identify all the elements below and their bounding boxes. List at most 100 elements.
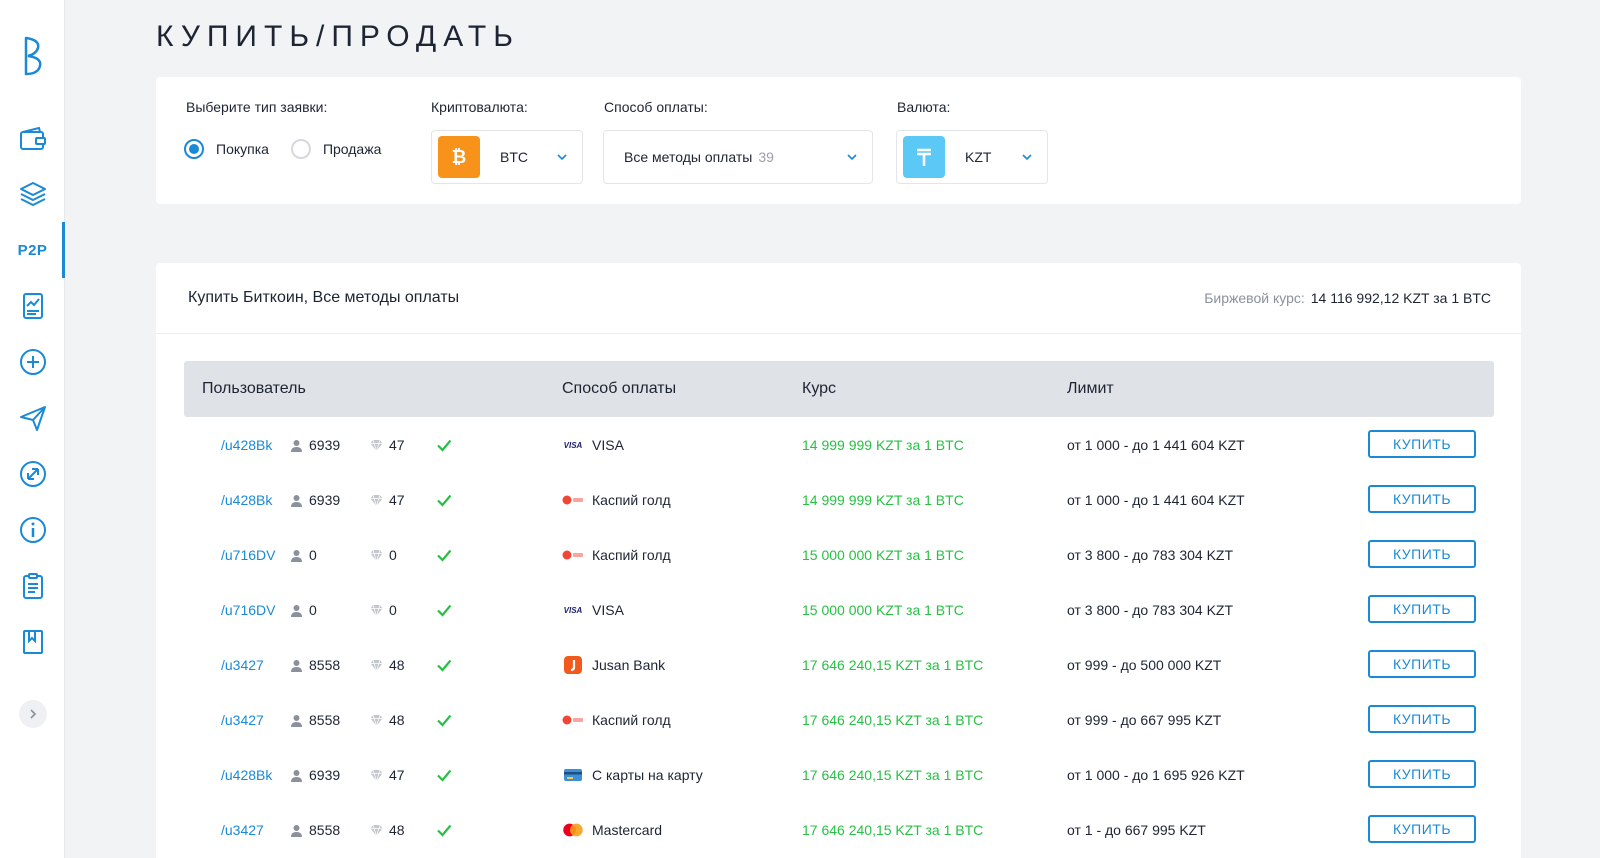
nav-book[interactable] bbox=[0, 614, 65, 670]
user-deals-icon bbox=[291, 659, 302, 672]
plus-circle-icon bbox=[19, 349, 46, 375]
sidebar-expand-button[interactable] bbox=[19, 700, 47, 728]
payment-method-name: Каспий голд bbox=[592, 547, 671, 563]
chevron-right-icon bbox=[30, 709, 37, 719]
table-row: /u3427 8558 48 Mastercard 17 646 240,15 KZT … bbox=[184, 802, 1494, 858]
clipboard-icon bbox=[22, 573, 43, 599]
diamond-rating-icon bbox=[370, 494, 383, 506]
column-rate: Курс bbox=[802, 380, 837, 397]
user-link[interactable]: /u428Bk bbox=[221, 437, 272, 453]
user-deals-icon bbox=[291, 494, 302, 507]
nav-wallet[interactable] bbox=[0, 112, 65, 168]
offer-rate: 17 646 240,15 KZT за 1 BTC bbox=[802, 712, 984, 728]
svg-text:VISA: VISA bbox=[564, 441, 583, 450]
buy-button[interactable]: КУПИТЬ bbox=[1368, 595, 1476, 623]
payment-method-name: Mastercard bbox=[592, 822, 663, 838]
offer-rate: 17 646 240,15 KZT за 1 BTC bbox=[802, 657, 984, 673]
user-deals-icon bbox=[291, 769, 302, 782]
crypto-select[interactable]: ₿ BTC bbox=[431, 130, 583, 184]
jusan-icon bbox=[562, 656, 584, 674]
user-link[interactable]: /u3427 bbox=[221, 712, 264, 728]
sell-radio-label[interactable]: Продажа bbox=[323, 141, 381, 157]
user-deals-icon bbox=[291, 549, 302, 562]
user-link[interactable]: /u716DV bbox=[221, 547, 275, 563]
crypto-label: Криптовалюта: bbox=[431, 99, 528, 115]
diamond-rating-icon bbox=[370, 604, 383, 616]
nav-clipboard[interactable] bbox=[0, 558, 65, 614]
divider bbox=[156, 333, 1521, 334]
buy-button[interactable]: КУПИТЬ bbox=[1368, 430, 1476, 458]
brand-logo-icon[interactable] bbox=[16, 34, 50, 78]
table-row: /u3427 8558 48 Jusan Bank 17 646 240,15 KZT … bbox=[184, 637, 1494, 693]
currency-select-value: KZT bbox=[965, 149, 992, 165]
user-deals-count: 8558 bbox=[309, 712, 341, 728]
offer-rate: 14 999 999 KZT за 1 BTC bbox=[802, 437, 964, 453]
payment-method-select[interactable]: Все методы оплаты 39 bbox=[603, 130, 873, 184]
kaspi-icon bbox=[562, 547, 584, 563]
user-deals-count: 0 bbox=[309, 547, 317, 563]
buy-button[interactable]: КУПИТЬ bbox=[1368, 705, 1476, 733]
user-link[interactable]: /u716DV bbox=[221, 602, 275, 618]
nav-send[interactable] bbox=[0, 390, 65, 446]
layers-icon bbox=[19, 182, 46, 206]
user-link[interactable]: /u3427 bbox=[221, 657, 264, 673]
kaspi-icon bbox=[562, 712, 584, 728]
user-link[interactable]: /u3427 bbox=[221, 822, 264, 838]
order-type-label: Выберите тип заявки: bbox=[186, 99, 328, 115]
payment-method-select-value: Все методы оплаты bbox=[624, 149, 753, 165]
offer-limit: от 1 000 - до 1 441 604 KZT bbox=[1067, 492, 1245, 508]
payment-method-label: Способ оплаты: bbox=[604, 99, 708, 115]
buy-button[interactable]: КУПИТЬ bbox=[1368, 485, 1476, 513]
buy-button[interactable]: КУПИТЬ bbox=[1368, 540, 1476, 568]
user-deals-icon bbox=[291, 604, 302, 617]
user-deals-icon bbox=[291, 439, 302, 452]
wallet-icon bbox=[19, 126, 46, 150]
offer-limit: от 1 000 - до 1 441 604 KZT bbox=[1067, 437, 1245, 453]
buy-button[interactable]: КУПИТЬ bbox=[1368, 815, 1476, 843]
user-link[interactable]: /u428Bk bbox=[221, 767, 272, 783]
nav-reports[interactable] bbox=[0, 278, 65, 334]
payment-method-count: 39 bbox=[758, 149, 774, 165]
nav-layers[interactable] bbox=[0, 166, 65, 222]
order-type-radio-group: Покупка Продажа bbox=[184, 139, 403, 159]
bitcoin-icon: ₿ bbox=[438, 136, 480, 178]
offers-panel: Купить Биткоин, Все методы оплаты Биржев… bbox=[156, 263, 1521, 858]
diamond-rating-icon bbox=[370, 824, 383, 836]
user-rating: 48 bbox=[389, 822, 405, 838]
buy-button[interactable]: КУПИТЬ bbox=[1368, 760, 1476, 788]
nav-info[interactable] bbox=[0, 502, 65, 558]
buy-radio[interactable] bbox=[184, 139, 204, 159]
user-deals-icon bbox=[291, 714, 302, 727]
nav-p2p[interactable]: P2P bbox=[0, 222, 65, 278]
table-row: /u428Bk 6939 47 VISA VISA 14 999 999 KZT за 1… bbox=[184, 417, 1494, 473]
user-rating: 47 bbox=[389, 492, 405, 508]
user-deals-count: 8558 bbox=[309, 822, 341, 838]
chevron-down-icon bbox=[1022, 154, 1032, 161]
exchange-rate-value: 14 116 992,12 KZT за 1 BTC bbox=[1310, 290, 1491, 306]
user-rating: 48 bbox=[389, 712, 405, 728]
sell-radio[interactable] bbox=[290, 139, 311, 159]
payment-method-name: Каспий голд bbox=[592, 492, 671, 508]
verified-check-icon bbox=[437, 439, 452, 452]
user-rating: 47 bbox=[389, 767, 405, 783]
offer-limit: от 1 000 - до 1 695 926 KZT bbox=[1067, 767, 1245, 783]
verified-check-icon bbox=[437, 659, 452, 672]
crypto-select-value: BTC bbox=[500, 149, 528, 165]
visa-icon: VISA bbox=[562, 437, 584, 453]
column-payment: Способ оплаты bbox=[562, 380, 677, 397]
svg-text:VISA: VISA bbox=[564, 606, 583, 615]
send-icon bbox=[19, 406, 46, 431]
user-link[interactable]: /u428Bk bbox=[221, 492, 272, 508]
currency-select[interactable]: KZT bbox=[896, 130, 1048, 184]
book-icon bbox=[22, 630, 43, 654]
offers-table-header: Пользователь Способ оплаты Курс Лимит bbox=[184, 361, 1494, 417]
diamond-rating-icon bbox=[370, 714, 383, 726]
buy-button[interactable]: КУПИТЬ bbox=[1368, 650, 1476, 678]
nav-exchange[interactable] bbox=[0, 446, 65, 502]
table-row: /u428Bk 6939 47 Каспий голд 14 999 999 KZT з… bbox=[184, 472, 1494, 528]
filter-panel: Выберите тип заявки: Покупка Продажа Кри… bbox=[156, 77, 1521, 204]
verified-check-icon bbox=[437, 549, 452, 562]
buy-radio-label[interactable]: Покупка bbox=[216, 141, 269, 157]
nav-create[interactable] bbox=[0, 334, 65, 390]
diamond-rating-icon bbox=[370, 549, 383, 561]
